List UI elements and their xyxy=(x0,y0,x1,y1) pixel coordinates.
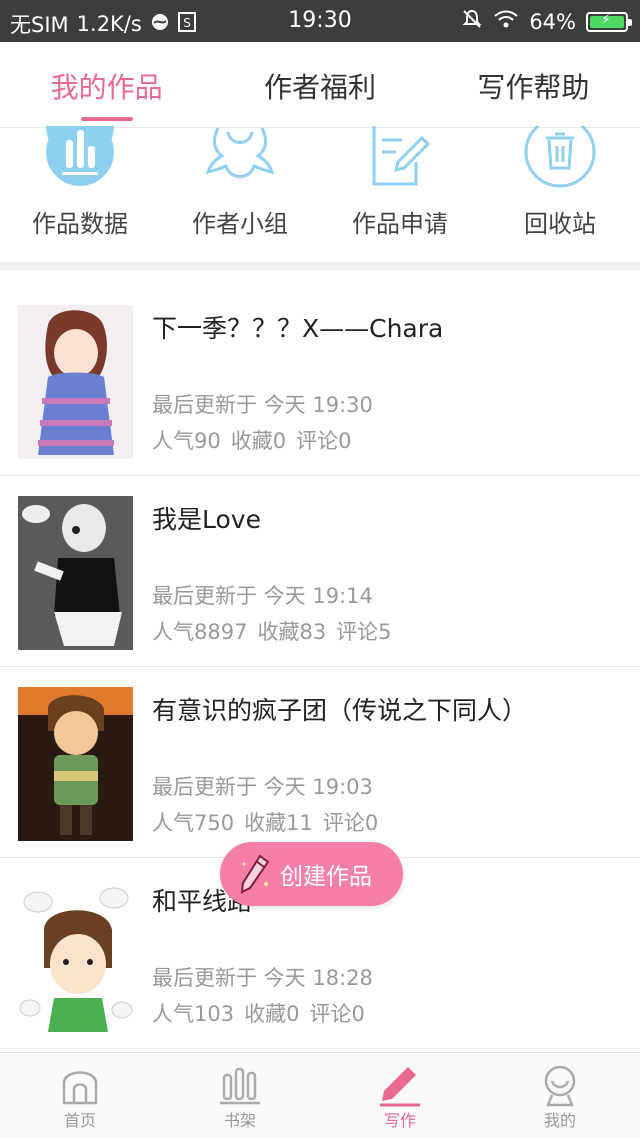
work-title: 我是Love xyxy=(152,505,261,534)
nav-label: 我的 xyxy=(543,1111,576,1130)
tab-label: 写作帮助 xyxy=(477,71,590,104)
works-list: 下一季？？？X——Chara 最后更新于 今天 19:30 人气90 收藏0 评… xyxy=(0,285,640,1049)
nav-label: 写作 xyxy=(383,1111,416,1130)
pencil-icon xyxy=(378,1063,422,1107)
group-icon xyxy=(204,126,276,190)
comments-count: 评论0 xyxy=(309,1002,365,1026)
work-stats: 人气8897 收藏83 评论5 xyxy=(152,616,392,646)
work-title: 有意识的疯子团（传说之下同人） xyxy=(152,696,528,725)
battery-icon: ⚡ xyxy=(586,11,632,32)
active-tab-indicator xyxy=(80,117,133,121)
wifi-icon xyxy=(493,9,519,34)
mute-icon xyxy=(461,8,483,35)
profile-icon xyxy=(538,1063,582,1107)
nav-profile[interactable]: 我的 xyxy=(480,1053,640,1138)
work-stats: 人气90 收藏0 评论0 xyxy=(152,425,351,455)
shortcut-work-application[interactable]: 作品申请 xyxy=(320,126,480,262)
battery-percent: 64% xyxy=(529,9,576,34)
work-updated-time: 最后更新于 今天 19:03 xyxy=(152,775,373,799)
nav-home[interactable]: 首页 xyxy=(0,1053,160,1138)
list-item[interactable]: 有意识的疯子团（传说之下同人） 最后更新于 今天 19:03 人气750 收藏1… xyxy=(0,667,640,858)
comments-count: 评论0 xyxy=(322,811,379,835)
work-updated-time: 最后更新于 今天 19:30 xyxy=(152,393,373,417)
section-divider xyxy=(0,262,640,270)
tab-label: 作者福利 xyxy=(263,71,376,104)
nav-write[interactable]: 写作 xyxy=(320,1053,480,1138)
tab-my-works[interactable]: 我的作品 xyxy=(0,42,213,127)
tab-author-benefits[interactable]: 作者福利 xyxy=(213,42,426,127)
nav-label: 书架 xyxy=(223,1111,256,1130)
favorites-count: 收藏0 xyxy=(244,1002,300,1026)
popularity-count: 人气750 xyxy=(152,811,235,835)
favorites-count: 收藏0 xyxy=(230,429,287,453)
popularity-count: 人气90 xyxy=(152,429,221,453)
work-updated-time: 最后更新于 今天 18:28 xyxy=(152,966,373,990)
nav-label: 首页 xyxy=(63,1111,96,1130)
shortcut-label: 作品数据 xyxy=(32,210,128,238)
bookshelf-icon xyxy=(218,1063,262,1107)
comments-count: 评论5 xyxy=(336,620,392,644)
shortcut-work-data[interactable]: 作品数据 xyxy=(0,128,160,262)
shortcut-author-group[interactable]: 作者小组 xyxy=(160,126,320,262)
shortcut-row: 作品数据 作者小组 作品申请 回收站 xyxy=(0,128,640,262)
tab-writing-help[interactable]: 写作帮助 xyxy=(427,42,640,127)
home-icon xyxy=(58,1063,102,1107)
work-stats: 人气750 收藏11 评论0 xyxy=(152,807,378,837)
work-cover-image xyxy=(18,496,133,650)
trash-icon xyxy=(524,126,596,190)
pencil-icon xyxy=(240,854,270,894)
comments-count: 评论0 xyxy=(296,429,352,453)
bar-chart-icon xyxy=(44,126,116,190)
edit-document-icon xyxy=(364,126,436,190)
work-cover-image xyxy=(18,878,133,1032)
favorites-count: 收藏11 xyxy=(244,811,313,835)
status-bar: 无SIM 1.2K/s S 19:30 64% ⚡ xyxy=(0,0,640,42)
create-work-label: 创建作品 xyxy=(280,864,372,890)
list-item[interactable]: 我是Love 最后更新于 今天 19:14 人气8897 收藏83 评论5 xyxy=(0,476,640,667)
work-updated-time: 最后更新于 今天 19:14 xyxy=(152,584,373,608)
shortcut-recycle-bin[interactable]: 回收站 xyxy=(480,128,640,262)
nav-bookshelf[interactable]: 书架 xyxy=(160,1053,320,1138)
create-work-button[interactable]: 创建作品 xyxy=(220,842,403,906)
work-stats: 人气103 收藏0 评论0 xyxy=(152,998,365,1028)
popularity-count: 人气103 xyxy=(152,1002,235,1026)
shortcut-label: 作者小组 xyxy=(192,210,288,238)
tab-label: 我的作品 xyxy=(50,71,163,104)
bottom-nav: 首页 书架 写作 我的 xyxy=(0,1052,640,1138)
work-title: 下一季？？？X——Chara xyxy=(152,314,444,343)
favorites-count: 收藏83 xyxy=(257,620,327,644)
shortcut-label: 回收站 xyxy=(524,210,596,238)
shortcut-label: 作品申请 xyxy=(352,210,448,238)
work-cover-image xyxy=(18,687,133,841)
top-tabs: 我的作品 作者福利 写作帮助 xyxy=(0,42,640,128)
popularity-count: 人气8897 xyxy=(152,620,248,644)
work-cover-image xyxy=(18,305,133,459)
list-item[interactable]: 下一季？？？X——Chara 最后更新于 今天 19:30 人气90 收藏0 评… xyxy=(0,285,640,476)
